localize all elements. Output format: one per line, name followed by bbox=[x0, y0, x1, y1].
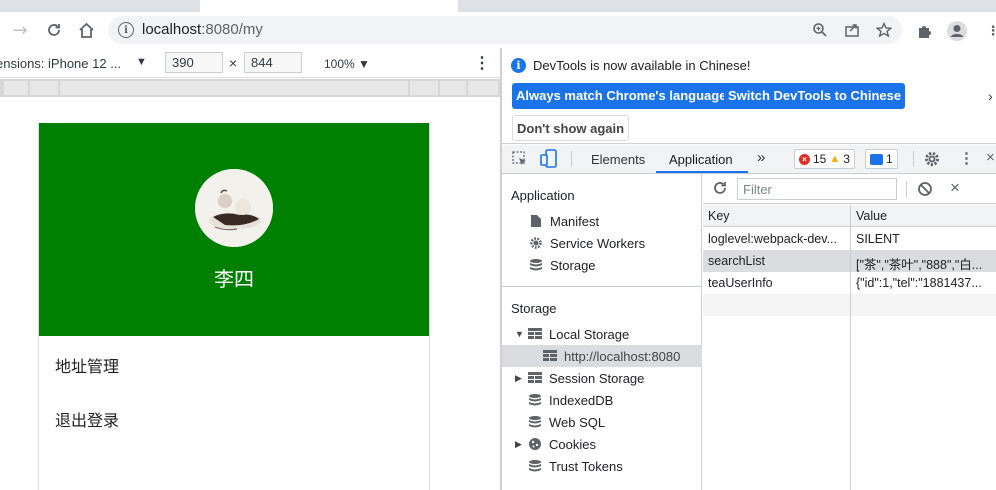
warning-icon: ▲ bbox=[829, 153, 841, 165]
media-query-ruler[interactable] bbox=[0, 79, 500, 97]
messages-counter[interactable]: 1 bbox=[865, 149, 898, 169]
profile-header: 李四 bbox=[39, 123, 429, 336]
delete-selected-icon[interactable]: × bbox=[950, 178, 960, 198]
sidebar-item-local-storage[interactable]: ▼ Local Storage bbox=[515, 323, 629, 345]
chevron-down-icon[interactable]: ▼ bbox=[136, 56, 147, 68]
share-icon[interactable] bbox=[842, 20, 862, 40]
device-viewport: 李四 地址管理 退出登录 bbox=[0, 97, 500, 490]
device-options-icon[interactable]: ⋮ bbox=[474, 53, 490, 73]
home-icon[interactable] bbox=[74, 18, 98, 42]
switch-to-chinese-button[interactable]: Switch DevTools to Chinese bbox=[724, 83, 906, 109]
bookmark-star-icon[interactable] bbox=[874, 20, 894, 40]
message-icon bbox=[870, 153, 883, 165]
collapsed-triangle-icon[interactable]: ▶ bbox=[515, 373, 527, 384]
devtools-menu-icon[interactable]: ⋮ bbox=[959, 149, 974, 167]
storage-toolbar: Filter × bbox=[703, 174, 996, 204]
settings-gear-icon[interactable] bbox=[923, 150, 941, 171]
app-page: 李四 地址管理 退出登录 bbox=[38, 123, 430, 490]
site-info-icon[interactable]: i bbox=[118, 22, 134, 38]
sidebar-item-storage[interactable]: Storage bbox=[528, 254, 596, 276]
storage-viewer: Filter × Key Value loglevel:webpack-dev.… bbox=[703, 174, 996, 490]
error-icon: × bbox=[799, 153, 810, 165]
width-input[interactable]: 390 bbox=[165, 52, 223, 73]
clear-all-icon[interactable] bbox=[917, 181, 933, 200]
sidebar-item-websql[interactable]: Web SQL bbox=[527, 411, 605, 433]
database-icon bbox=[527, 414, 543, 430]
filter-input[interactable]: Filter bbox=[737, 178, 897, 200]
database-icon bbox=[528, 257, 544, 273]
key-column-header[interactable]: Key bbox=[708, 209, 730, 223]
username: 李四 bbox=[214, 267, 254, 291]
tab-application[interactable]: Application bbox=[669, 152, 733, 167]
close-icon[interactable]: × bbox=[986, 149, 995, 166]
language-infobar: i DevTools is now available in Chinese! … bbox=[502, 48, 996, 144]
database-icon bbox=[527, 392, 543, 408]
table-grid-icon bbox=[527, 326, 543, 342]
gear-icon bbox=[528, 235, 544, 251]
sidebar-heading-storage: Storage bbox=[511, 301, 557, 316]
sidebar-item-session-storage[interactable]: ▶ Session Storage bbox=[515, 367, 644, 389]
column-divider[interactable] bbox=[850, 205, 851, 490]
value-column-header[interactable]: Value bbox=[856, 209, 887, 223]
device-toolbar: ensions: iPhone 12 ... ▼ 390 × 844 100% … bbox=[0, 48, 502, 78]
extensions-puzzle-icon[interactable] bbox=[914, 20, 936, 42]
logout-item[interactable]: 退出登录 bbox=[55, 407, 119, 431]
device-toggle-icon[interactable] bbox=[540, 149, 558, 172]
zoom-icon[interactable] bbox=[810, 20, 830, 40]
cookie-icon bbox=[527, 436, 543, 452]
reload-icon[interactable] bbox=[42, 18, 66, 42]
table-grid-icon bbox=[527, 370, 543, 386]
devtools-tabbar: Elements Application » × 15 ▲ 3 1 ⋮ × bbox=[502, 145, 996, 174]
active-tab[interactable] bbox=[200, 0, 458, 12]
devtools-panel: i DevTools is now available in Chinese! … bbox=[502, 48, 996, 490]
times-icon: × bbox=[229, 55, 238, 71]
device-select[interactable]: ensions: iPhone 12 ... bbox=[0, 56, 121, 71]
refresh-icon[interactable] bbox=[712, 180, 728, 199]
sidebar-item-localhost-origin[interactable]: http://localhost:8080 bbox=[502, 345, 702, 367]
infobar-message: DevTools is now available in Chinese! bbox=[533, 58, 751, 73]
document-icon bbox=[528, 213, 544, 229]
forward-icon[interactable]: → bbox=[8, 18, 32, 42]
info-icon: i bbox=[511, 58, 526, 73]
collapsed-triangle-icon[interactable]: ▶ bbox=[515, 439, 527, 450]
always-match-language-button[interactable]: Always match Chrome's language bbox=[512, 83, 731, 109]
address-management-item[interactable]: 地址管理 bbox=[55, 353, 119, 377]
address-bar[interactable]: i localhost:8080/my bbox=[108, 16, 902, 44]
sidebar-item-manifest[interactable]: Manifest bbox=[528, 210, 599, 232]
chevron-right-icon[interactable]: › bbox=[988, 88, 993, 104]
database-icon bbox=[527, 458, 543, 474]
application-sidebar: Application Manifest Service Workers Sto… bbox=[502, 174, 702, 490]
height-input[interactable]: 844 bbox=[244, 52, 302, 73]
table-grid-icon bbox=[542, 348, 558, 364]
avatar[interactable] bbox=[195, 169, 273, 247]
tab-strip bbox=[0, 0, 996, 12]
dont-show-again-button[interactable]: Don't show again bbox=[512, 115, 630, 141]
sidebar-item-trust-tokens[interactable]: Trust Tokens bbox=[527, 455, 623, 477]
tab-elements[interactable]: Elements bbox=[591, 152, 645, 167]
sidebar-item-cookies[interactable]: ▶ Cookies bbox=[515, 433, 596, 455]
sidebar-item-service-workers[interactable]: Service Workers bbox=[528, 232, 645, 254]
more-tabs-icon[interactable]: » bbox=[757, 149, 765, 166]
browser-toolbar: → i localhost:8080/my ⋮ bbox=[0, 12, 996, 48]
active-tab-indicator bbox=[656, 171, 748, 173]
expanded-triangle-icon[interactable]: ▼ bbox=[515, 329, 527, 339]
url-text[interactable]: localhost:8080/my bbox=[142, 20, 263, 40]
issues-counter[interactable]: × 15 ▲ 3 bbox=[794, 149, 855, 169]
profile-avatar-icon[interactable] bbox=[946, 20, 968, 42]
inspect-element-icon[interactable] bbox=[511, 150, 529, 171]
browser-menu-icon[interactable]: ⋮ bbox=[982, 20, 996, 42]
sidebar-heading-application: Application bbox=[511, 188, 575, 203]
sidebar-divider bbox=[502, 286, 702, 287]
zoom-select[interactable]: 100% ▼ bbox=[324, 57, 370, 71]
sidebar-item-indexeddb[interactable]: IndexedDB bbox=[527, 389, 613, 411]
